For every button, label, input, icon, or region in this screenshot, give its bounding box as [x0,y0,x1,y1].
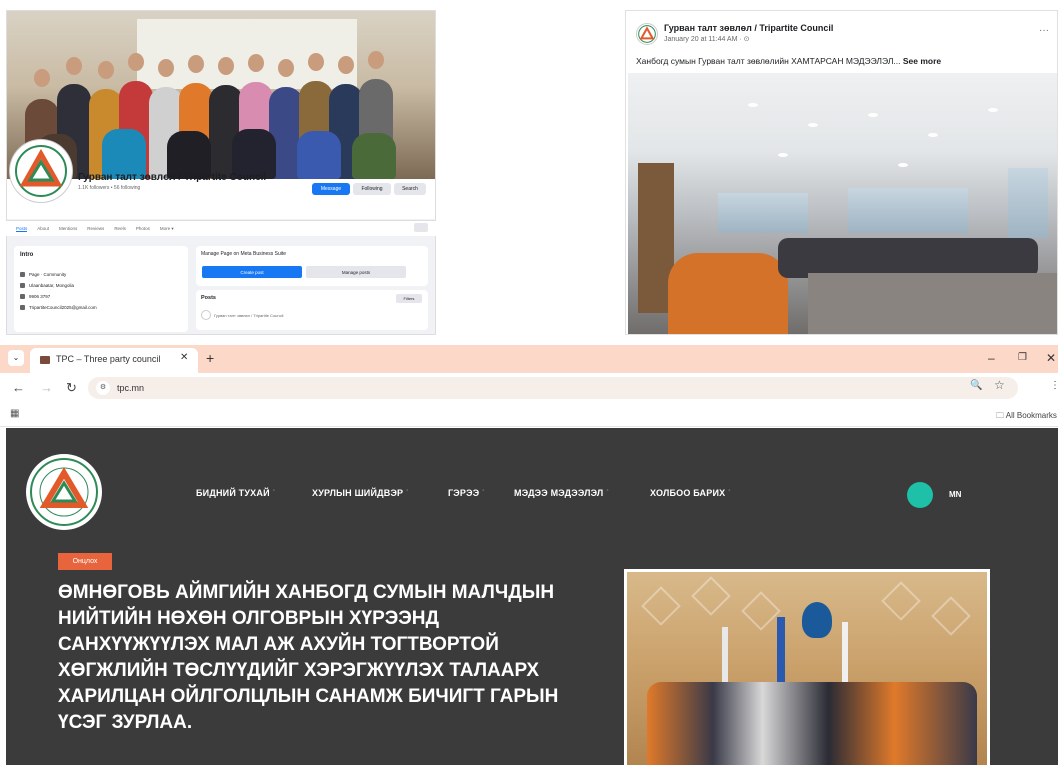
filters-button[interactable]: Filters [396,294,422,303]
post-text: Ханбогд сумын Гурван талт зөвлөлийн ХАМТ… [636,56,942,66]
bookmark-star-icon[interactable]: ☆ [994,378,1005,392]
facebook-post-screenshot: Гурван талт зөвлөл / Tripartite Council … [625,10,1058,335]
post-options-icon[interactable]: ··· [1039,25,1049,36]
tab-photos[interactable]: Photos [136,226,150,231]
back-arrow-icon[interactable]: ← [12,380,25,395]
tab-reviews[interactable]: Reviews [87,226,104,231]
intro-email[interactable]: TripartiteCouncil2025@gmail.com [20,305,182,310]
intro-phone: 9906 3797 [20,294,182,299]
cover-photo [7,11,435,179]
meeting-room-photo[interactable] [628,73,1057,334]
nav-news[interactable]: МЭДЭЭ МЭДЭЭЛЭЛ ◦ [514,488,609,498]
following-button[interactable]: Following [353,183,391,195]
close-tab-icon[interactable]: ✕ [180,352,188,363]
post-preview[interactable]: Гурван талт зөвлөл / Tripartite Council [201,310,283,320]
dropdown-indicator-icon: ◦ [406,488,409,494]
minimize-icon[interactable]: – [988,351,995,365]
mail-icon [20,305,25,310]
see-more-link[interactable]: See more [903,56,941,66]
site-logo[interactable] [26,454,102,530]
address-bar[interactable] [88,377,1018,399]
nav-agreements[interactable]: ГЭРЭЭ ◦ [448,488,485,498]
close-window-icon[interactable]: ✕ [1046,351,1056,365]
manage-posts-button[interactable]: Manage posts [306,266,406,278]
url-text[interactable]: tpc.mn [117,383,144,393]
featured-article-photo[interactable] [624,569,990,765]
page-avatar [201,310,211,320]
browser-menu-icon[interactable]: ⋮ [1050,380,1058,391]
zoom-icon[interactable]: 🔍 [970,380,982,391]
apps-grid-icon[interactable]: ▦ [10,408,19,419]
page-title: Гурван талт зөвлөл / Tripartite Council [78,172,267,183]
intro-heading: Intro [20,252,34,258]
tab-reels[interactable]: Reels [114,226,126,231]
more-options-button[interactable] [414,223,428,232]
featured-badge: Онцлох [58,553,112,570]
intro-card: Intro Page · Community Ulaanbaatar, Mong… [14,246,188,332]
nav-contact[interactable]: ХОЛБОО БАРИХ ◦ [650,488,731,498]
post-timestamp[interactable]: January 20 at 11:44 AM · ⊙ [664,35,750,43]
post-author-avatar[interactable] [636,23,658,45]
manage-page-card: Manage Page on Meta Business Suite Creat… [196,246,428,286]
nav-decisions[interactable]: ХУРЛЫН ШИЙДВЭР ◦ [312,488,409,498]
dropdown-indicator-icon: ◦ [272,488,276,494]
tab-about[interactable]: About [37,226,49,231]
dropdown-indicator-icon: ◦ [728,488,731,494]
folder-icon: 🗀 [996,411,1006,420]
tab-title[interactable]: TPC – Three party council [56,354,160,364]
dropdown-indicator-icon: ◦ [482,488,485,494]
all-bookmarks-button[interactable]: 🗀 All Bookmarks [996,410,1057,424]
globe-icon: ⊙ [743,36,750,43]
phone-icon [20,294,25,299]
featured-headline[interactable]: ӨМНӨГОВЬ АЙМГИЙН ХАНБОГД СУМЫН МАЛЧДЫН Н… [58,580,578,736]
tpc-favicon-icon [40,356,50,364]
search-button[interactable]: Search [394,183,426,195]
location-pin-icon [20,283,25,288]
intro-category: Page · Community [20,272,182,277]
followers-count: 1.1K followers • 56 following [78,185,141,191]
maximize-icon[interactable]: ❐ [1018,352,1027,363]
tab-mentions[interactable]: Mentions [59,226,77,231]
language-label[interactable]: MN [949,490,961,499]
reload-icon[interactable]: ↻ [66,380,77,396]
page-tabs: Posts About Mentions Reviews Reels Photo… [6,220,436,236]
create-post-button[interactable]: Create post [202,266,302,278]
signing-ceremony-image [627,572,987,765]
manage-page-title: Manage Page on Meta Business Suite [201,251,287,257]
site-info-icon[interactable]: ⚙ [96,381,110,395]
new-tab-icon[interactable]: + [206,350,214,366]
bookmarks-bar [0,403,1058,427]
tab-search-chevron-icon[interactable]: ⌄ [8,350,24,366]
post-author-name[interactable]: Гурван талт зөвлөл / Tripartite Council [664,23,833,33]
tab-posts[interactable]: Posts [16,226,28,232]
posts-card: Posts Filters Гурван талт зөвлөл / Tripa… [196,290,428,330]
flag-icon [20,272,25,277]
nav-about[interactable]: БИДНИЙ ТУХАЙ ◦ [196,488,275,498]
forward-arrow-icon[interactable]: → [40,380,53,395]
tab-more[interactable]: More ▾ [160,226,174,232]
posts-heading: Posts [201,295,216,301]
dropdown-indicator-icon: ◦ [606,488,609,494]
language-indicator[interactable] [907,482,933,508]
tripartite-council-logo [10,140,72,202]
message-button[interactable]: Message [312,183,350,195]
intro-location: Ulaanbaatar, Mongolia [20,283,182,288]
